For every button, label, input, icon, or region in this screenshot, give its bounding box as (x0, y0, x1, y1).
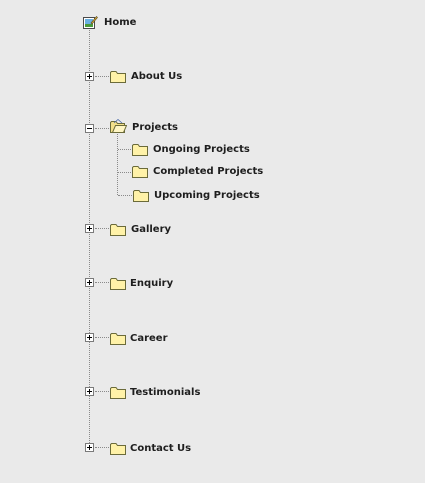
folder-icon (133, 190, 149, 202)
tree-label-upcoming-projects[interactable]: Upcoming Projects (154, 190, 260, 202)
folder-icon (132, 166, 148, 178)
expand-toggle-icon[interactable] (85, 387, 94, 396)
tree-branch-line (118, 172, 131, 173)
expand-toggle-icon[interactable] (85, 224, 94, 233)
folder-icon (132, 144, 148, 156)
tree-branch-line (95, 391, 109, 392)
tree-label-projects[interactable]: Projects (132, 122, 178, 134)
tree-label-completed-projects[interactable]: Completed Projects (153, 166, 263, 178)
collapse-toggle-icon[interactable] (85, 124, 94, 133)
home-page-icon (83, 16, 98, 29)
tree-label-gallery[interactable]: Gallery (131, 224, 171, 236)
folder-icon (110, 387, 126, 399)
tree-branch-line (95, 228, 109, 229)
tree-branch-line (118, 149, 131, 150)
expand-toggle-icon[interactable] (85, 333, 94, 342)
tree-branch-line (95, 447, 109, 448)
tree-branch-line (95, 337, 109, 338)
tree-child-line (117, 134, 118, 195)
tree-branch-line (95, 282, 109, 283)
folder-icon (110, 224, 126, 236)
tree-branch-line (118, 195, 132, 196)
folder-icon (110, 278, 126, 290)
expand-toggle-icon[interactable] (85, 443, 94, 452)
folder-open-icon (110, 119, 127, 133)
expand-toggle-icon[interactable] (85, 278, 94, 287)
tree-branch-line (95, 76, 109, 77)
tree-label-contact-us[interactable]: Contact Us (130, 443, 191, 455)
tree-label-home[interactable]: Home (104, 17, 136, 29)
folder-icon (110, 71, 126, 83)
tree-branch-line (95, 128, 109, 129)
expand-toggle-icon[interactable] (85, 72, 94, 81)
tree-label-ongoing-projects[interactable]: Ongoing Projects (153, 144, 250, 156)
folder-icon (110, 333, 126, 345)
tree-label-testimonials[interactable]: Testimonials (130, 387, 200, 399)
tree-label-about-us[interactable]: About Us (131, 71, 182, 83)
folder-icon (110, 443, 126, 455)
tree-label-career[interactable]: Career (130, 333, 168, 345)
tree-label-enquiry[interactable]: Enquiry (130, 278, 173, 290)
